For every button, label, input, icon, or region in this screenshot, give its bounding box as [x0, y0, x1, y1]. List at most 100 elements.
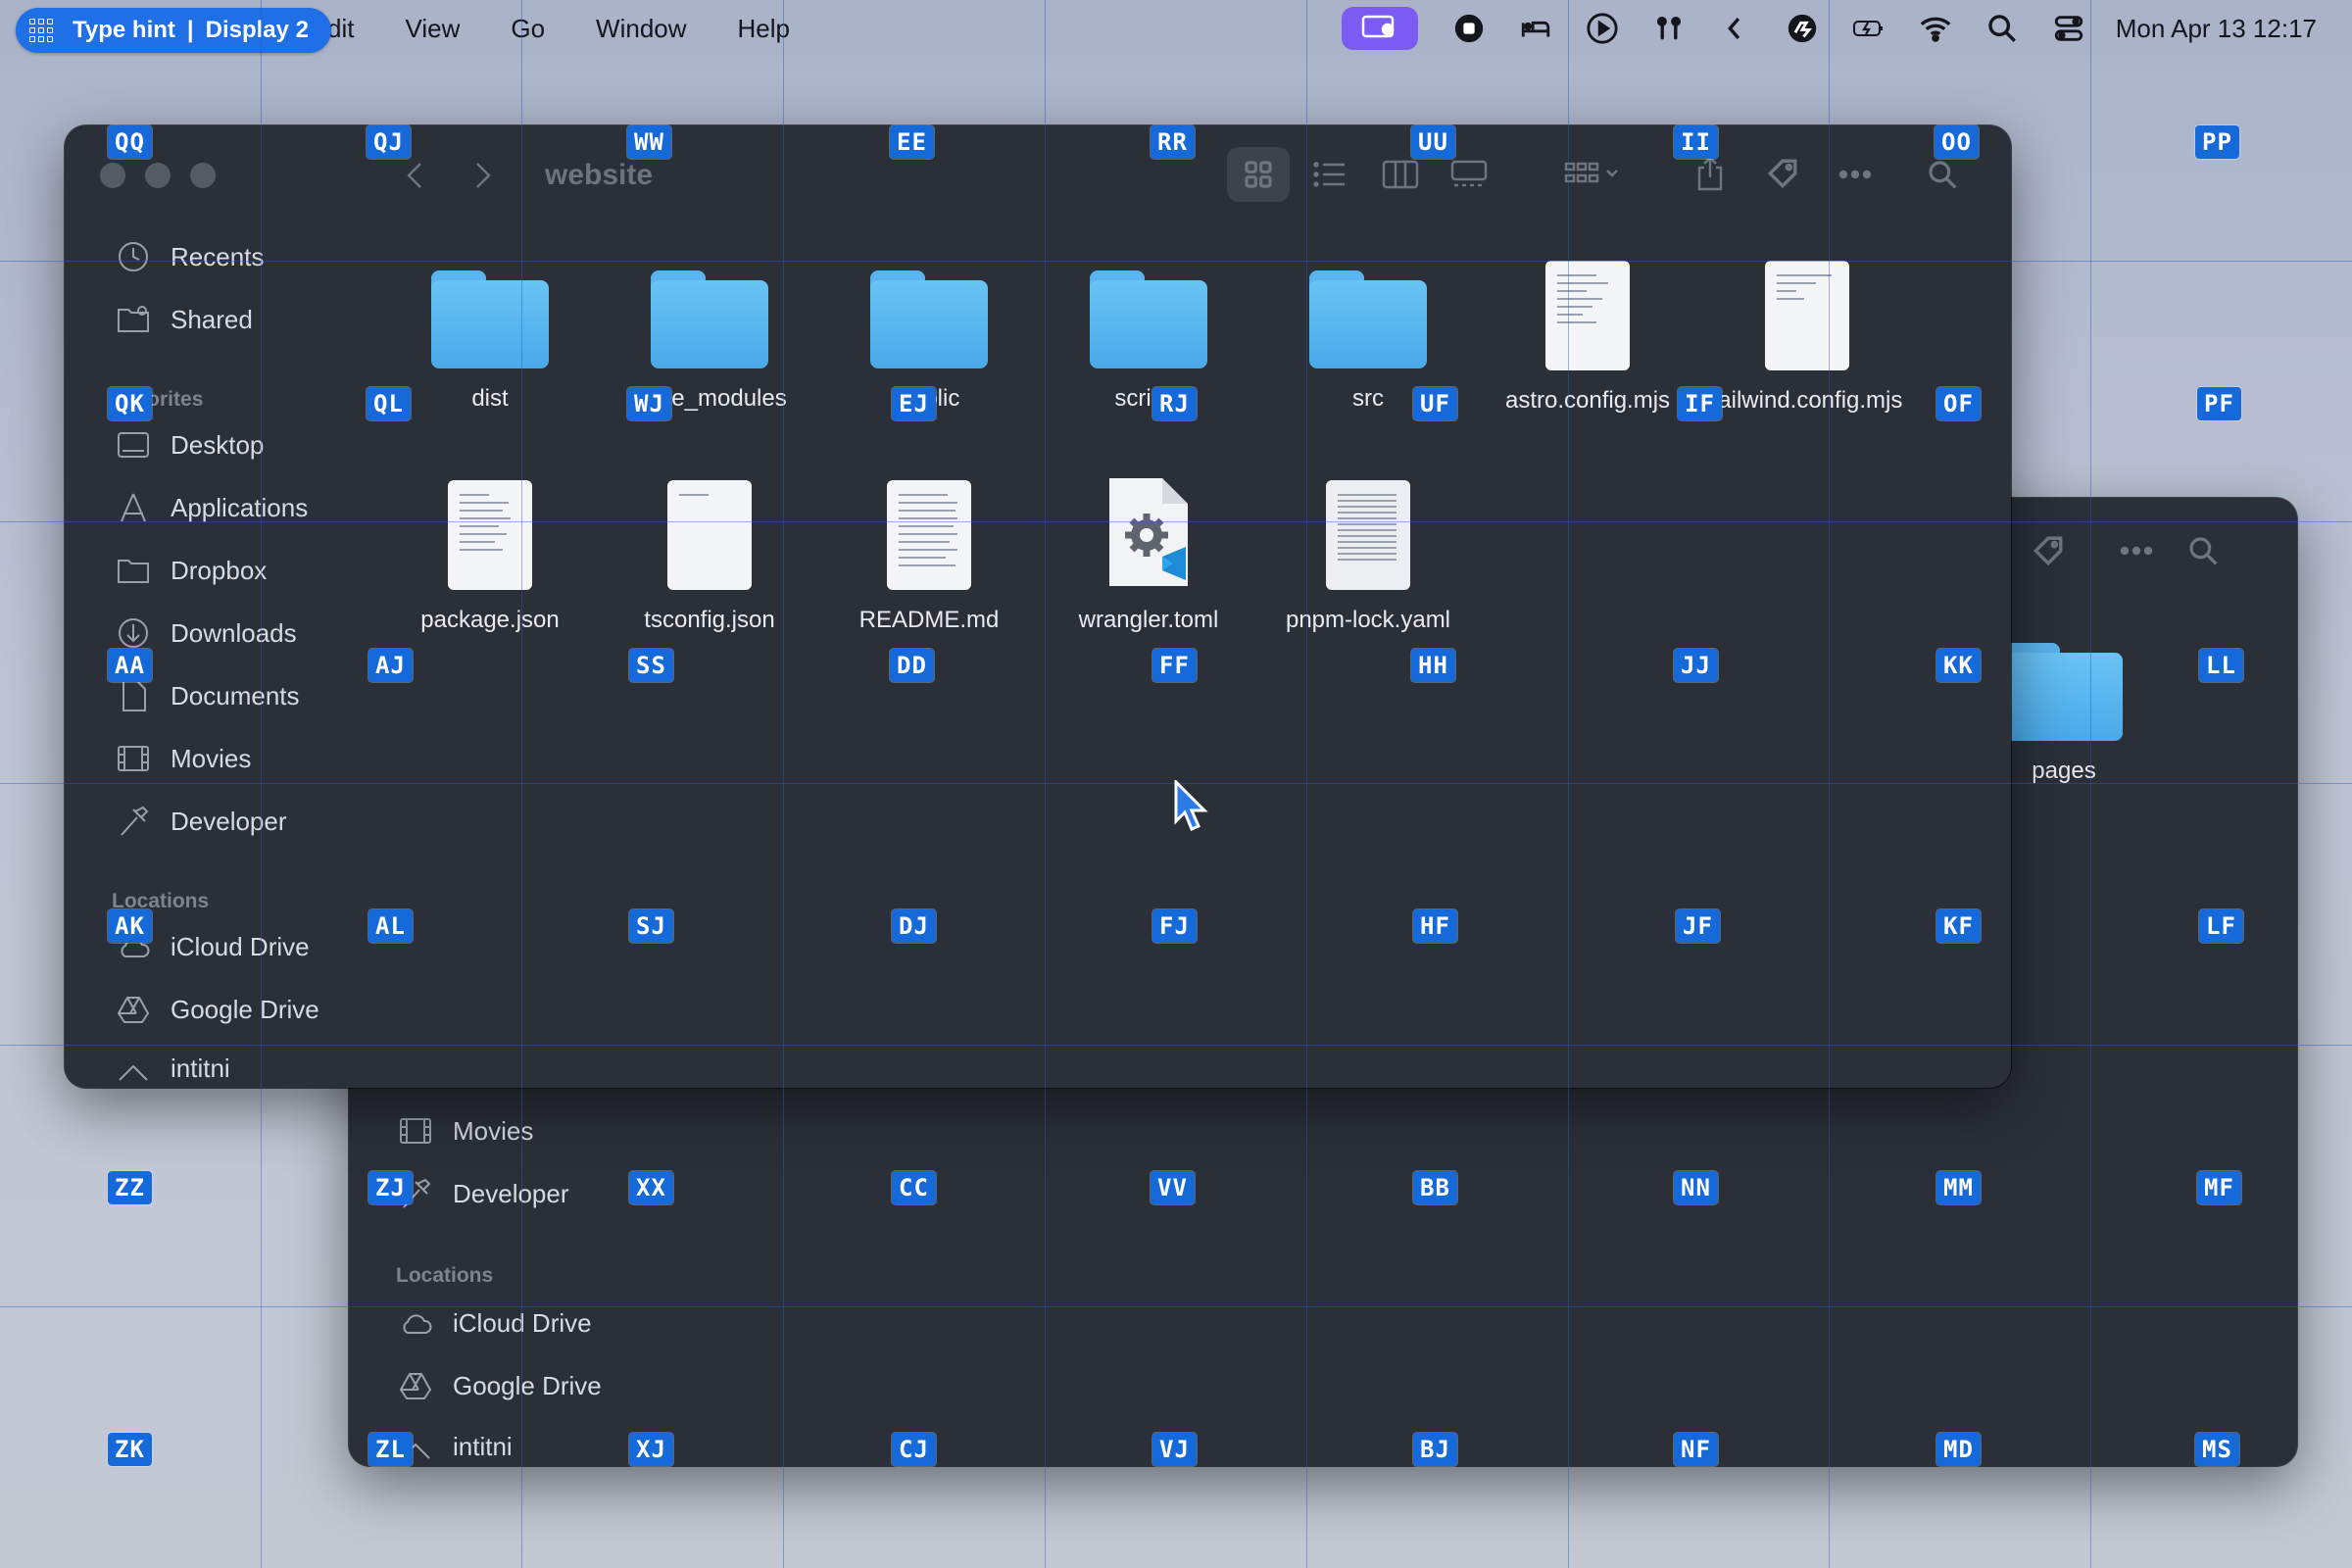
- menu-bar-clock[interactable]: Mon Apr 13 12:17: [2116, 14, 2317, 44]
- hint-label[interactable]: AL: [368, 909, 413, 943]
- zoom-button[interactable]: [190, 163, 216, 188]
- hint-label[interactable]: ZZ: [108, 1171, 152, 1204]
- sidebar-item-downloads[interactable]: Downloads: [116, 615, 297, 651]
- file-item[interactable]: pnpm-lock.yaml: [1258, 480, 1478, 637]
- hint-label[interactable]: WW: [627, 125, 671, 159]
- hint-label[interactable]: KK: [1936, 649, 1981, 682]
- hint-label[interactable]: AA: [108, 649, 152, 682]
- play-icon[interactable]: [1583, 9, 1622, 48]
- battery-icon[interactable]: [1849, 9, 1888, 48]
- hint-label[interactable]: ZL: [368, 1433, 413, 1466]
- hint-label[interactable]: KF: [1936, 909, 1981, 943]
- file-item[interactable]: wrangler.toml: [1039, 474, 1258, 637]
- hint-label[interactable]: QJ: [367, 125, 411, 159]
- file-item[interactable]: dist: [380, 270, 600, 416]
- sidebar-item-google-drive[interactable]: Google Drive: [116, 992, 319, 1027]
- hint-label[interactable]: WJ: [627, 387, 671, 420]
- file-item[interactable]: scripts: [1039, 270, 1258, 416]
- forward-icon[interactable]: [461, 155, 506, 196]
- file-item[interactable]: README.md: [819, 480, 1039, 637]
- sidebar-item-dropbox[interactable]: Dropbox: [116, 553, 267, 588]
- hint-label[interactable]: EE: [890, 125, 934, 159]
- hint-label[interactable]: PF: [2197, 387, 2241, 420]
- copilot-icon[interactable]: [1783, 9, 1822, 48]
- chevron-left-icon[interactable]: [1716, 9, 1755, 48]
- hint-label[interactable]: DJ: [892, 909, 936, 943]
- hint-label[interactable]: LF: [2199, 909, 2243, 943]
- file-item[interactable]: tailwind.config.mjs: [1697, 261, 1917, 417]
- hint-label[interactable]: XX: [629, 1171, 673, 1204]
- search-icon[interactable]: [2183, 531, 2223, 570]
- control-center-icon[interactable]: [2049, 9, 2088, 48]
- wifi-icon[interactable]: [1916, 9, 1955, 48]
- hint-label[interactable]: MF: [2197, 1171, 2241, 1204]
- spotlight-search-icon[interactable]: [1983, 9, 2022, 48]
- airpods-icon[interactable]: [1649, 9, 1689, 48]
- sidebar-item-movies[interactable]: Movies: [398, 1113, 533, 1149]
- hint-label[interactable]: AJ: [368, 649, 413, 682]
- bed-icon[interactable]: [1516, 9, 1555, 48]
- hint-label[interactable]: IF: [1678, 387, 1722, 420]
- minimize-button[interactable]: [145, 163, 171, 188]
- sidebar-item-desktop[interactable]: Desktop: [116, 427, 264, 463]
- hint-label[interactable]: SJ: [629, 909, 673, 943]
- hint-label[interactable]: FF: [1152, 649, 1197, 682]
- hint-label[interactable]: XJ: [629, 1433, 673, 1466]
- hint-label[interactable]: LL: [2199, 649, 2243, 682]
- sidebar-item-movies[interactable]: Movies: [116, 741, 251, 776]
- menu-window[interactable]: Window: [596, 14, 686, 44]
- file-item[interactable]: astro.config.mjs: [1478, 261, 1697, 417]
- hint-label[interactable]: VJ: [1152, 1433, 1197, 1466]
- menu-app-partial[interactable]: dit: [327, 14, 354, 44]
- menu-go[interactable]: Go: [511, 14, 545, 44]
- hint-label[interactable]: OO: [1935, 125, 1979, 159]
- hint-label[interactable]: NF: [1674, 1433, 1718, 1466]
- sidebar-item-applications[interactable]: Applications: [116, 490, 308, 525]
- group-by-icon[interactable]: [1554, 153, 1633, 196]
- hint-label[interactable]: HF: [1413, 909, 1457, 943]
- hint-label[interactable]: UF: [1413, 387, 1457, 420]
- more-actions-icon[interactable]: [1831, 155, 1880, 194]
- close-button[interactable]: [100, 163, 125, 188]
- tag-icon[interactable]: [1760, 151, 1805, 196]
- hint-label[interactable]: SS: [629, 649, 673, 682]
- hint-label[interactable]: ZJ: [368, 1171, 413, 1204]
- menu-view[interactable]: View: [405, 14, 460, 44]
- hint-label[interactable]: QL: [367, 387, 411, 420]
- sidebar-item-shared[interactable]: Shared: [116, 302, 253, 337]
- sidebar-item-recents[interactable]: Recents: [116, 239, 264, 274]
- search-icon[interactable]: [1921, 153, 1964, 196]
- back-icon[interactable]: [392, 155, 437, 196]
- hint-label[interactable]: PP: [2195, 125, 2239, 159]
- hint-label[interactable]: NN: [1674, 1171, 1718, 1204]
- menu-help[interactable]: Help: [738, 14, 790, 44]
- hint-label[interactable]: MM: [1936, 1171, 1981, 1204]
- hint-label[interactable]: OF: [1936, 387, 1981, 420]
- tag-icon[interactable]: [2029, 531, 2068, 570]
- hint-label[interactable]: MS: [2195, 1433, 2239, 1466]
- sidebar-item-icloud[interactable]: iCloud Drive: [398, 1305, 592, 1341]
- hint-label[interactable]: HH: [1411, 649, 1455, 682]
- hint-label[interactable]: JF: [1676, 909, 1720, 943]
- sidebar-item-developer[interactable]: Developer: [398, 1176, 569, 1211]
- record-icon[interactable]: [1449, 9, 1489, 48]
- column-view-icon[interactable]: [1376, 153, 1425, 196]
- icon-view-icon[interactable]: [1227, 147, 1290, 202]
- file-item[interactable]: tsconfig.json: [600, 480, 819, 637]
- hint-label[interactable]: ZK: [108, 1433, 152, 1466]
- hint-label[interactable]: UU: [1411, 125, 1455, 159]
- hint-label[interactable]: MD: [1936, 1433, 1981, 1466]
- finder-window-front[interactable]: website Recents Shared Favorites Desktop: [65, 125, 2011, 1088]
- hint-label[interactable]: JJ: [1674, 649, 1718, 682]
- sidebar-item-intitni[interactable]: intitni: [116, 1051, 230, 1086]
- hint-label[interactable]: BB: [1413, 1171, 1457, 1204]
- hint-label[interactable]: CJ: [892, 1433, 936, 1466]
- hint-label[interactable]: EJ: [892, 387, 936, 420]
- screen-sharing-icon[interactable]: [1341, 7, 1418, 50]
- hint-label[interactable]: FJ: [1152, 909, 1197, 943]
- sidebar-item-intitni[interactable]: intitni: [398, 1429, 513, 1464]
- hint-label[interactable]: RR: [1151, 125, 1195, 159]
- hint-label[interactable]: II: [1674, 125, 1718, 159]
- hint-label[interactable]: AK: [108, 909, 152, 943]
- hint-label[interactable]: DD: [890, 649, 934, 682]
